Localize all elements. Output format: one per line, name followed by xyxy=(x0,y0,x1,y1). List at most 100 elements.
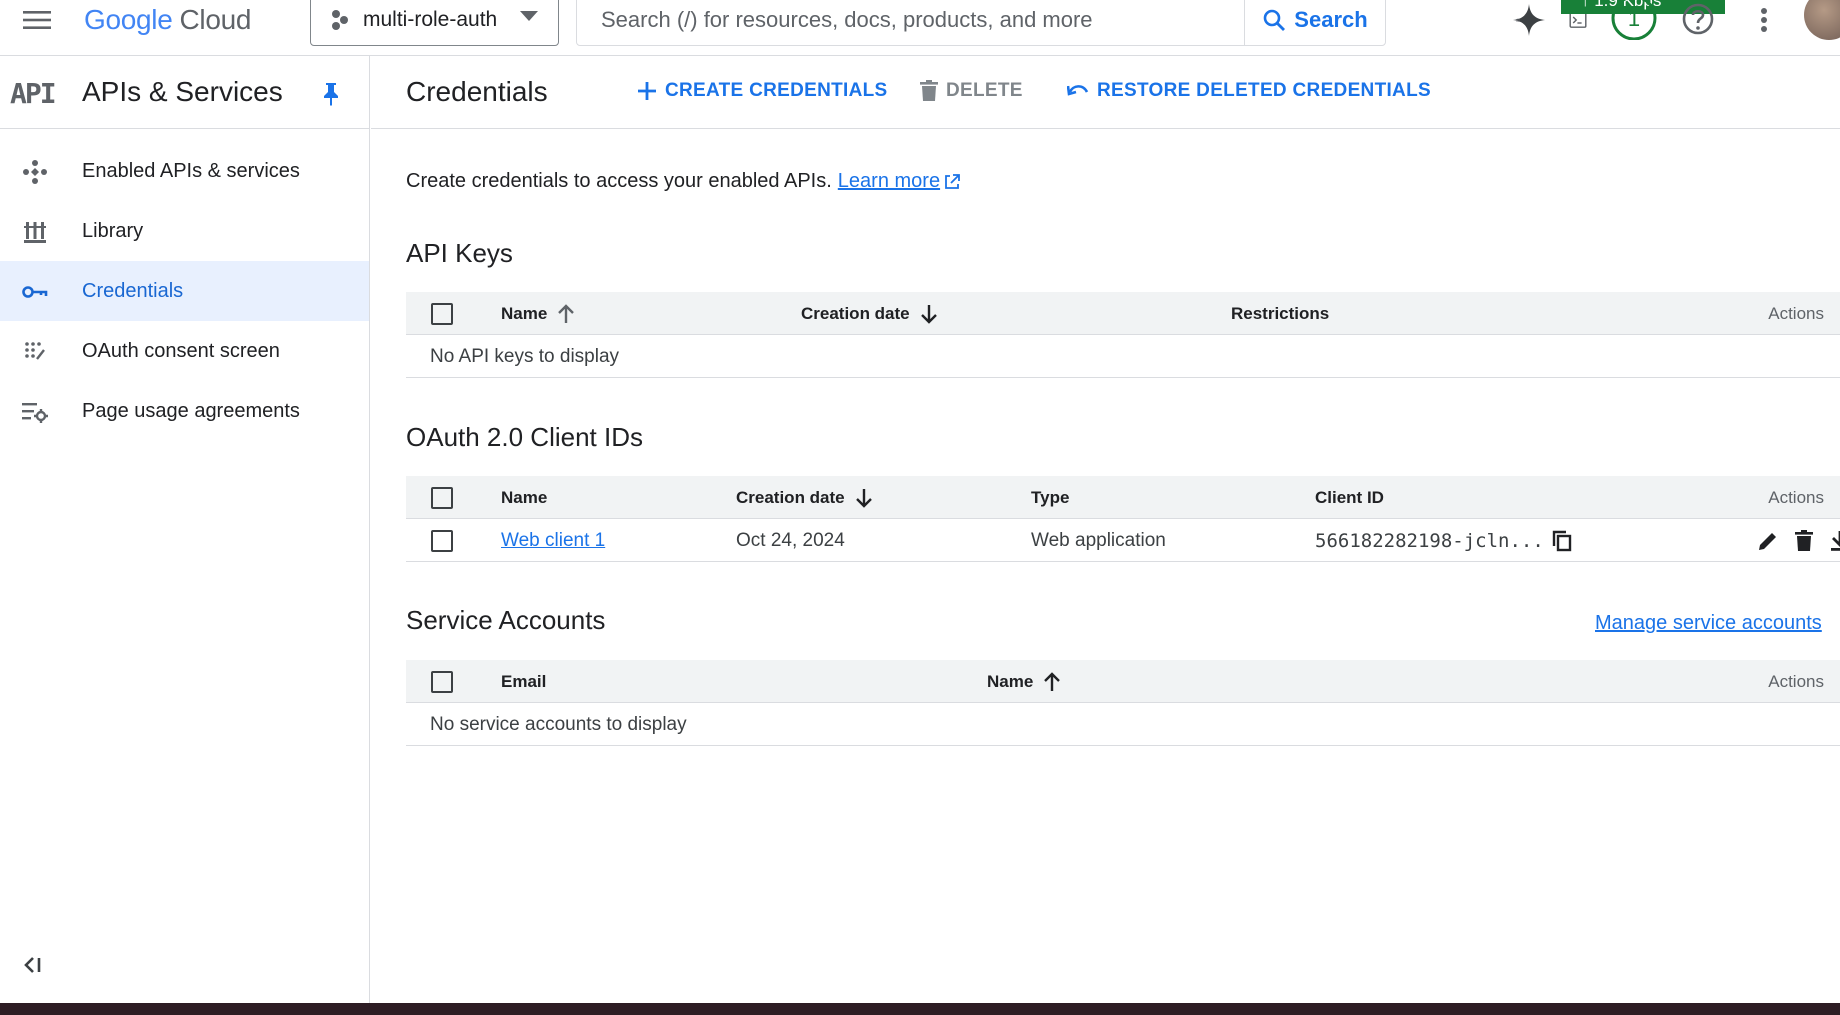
sidebar-item-page-usage[interactable]: Page usage agreements xyxy=(0,381,369,441)
row-checkbox[interactable] xyxy=(431,519,453,562)
sidebar-item-enabled-apis[interactable]: Enabled APIs & services xyxy=(0,141,369,201)
library-icon xyxy=(22,219,48,245)
column-label: Name xyxy=(501,303,548,323)
select-all-checkbox[interactable] xyxy=(431,292,453,335)
menu-icon[interactable] xyxy=(18,4,56,36)
top-app-bar: Google Cloud multi-role-auth Search (/) … xyxy=(0,0,1840,56)
table-row: Web client 1 Oct 24, 2024 Web applicatio… xyxy=(406,519,1840,562)
search-button-label: Search xyxy=(1294,7,1368,32)
sidebar-title: APIs & Services xyxy=(82,76,283,107)
table-header: Name Creation date Restrictions Actions xyxy=(406,292,1840,335)
sidebar-item-oauth-consent[interactable]: OAuth consent screen xyxy=(0,321,369,381)
sidebar: API APIs & Services Enabled APIs & servi… xyxy=(0,56,370,1003)
sidebar-item-label: Credentials xyxy=(82,279,184,302)
settings-list-icon xyxy=(22,399,48,425)
sidebar-item-credentials[interactable]: Credentials xyxy=(0,261,369,321)
column-name[interactable]: Name xyxy=(987,660,1061,703)
delete-icon[interactable] xyxy=(1795,519,1813,562)
sidebar-item-label: Library xyxy=(82,219,144,242)
column-type: Type xyxy=(1031,487,1070,507)
arrow-down-icon xyxy=(855,488,873,508)
intro-description: Create credentials to access your enable… xyxy=(406,170,832,192)
select-all-checkbox[interactable] xyxy=(431,660,453,703)
page-header: Credentials CREATE CREDENTIALS DELETE RE… xyxy=(371,56,1840,129)
search-button[interactable]: Search xyxy=(1244,0,1385,45)
client-id-cell: 566182282198-jcln... xyxy=(1315,519,1572,562)
search-input[interactable]: Search (/) for resources, docs, products… xyxy=(577,0,1244,45)
sidebar-item-label: Enabled APIs & services xyxy=(82,159,300,182)
checkbox[interactable] xyxy=(431,529,453,552)
help-icon[interactable] xyxy=(1678,2,1718,38)
avatar[interactable] xyxy=(1804,0,1840,40)
gift-icon[interactable] xyxy=(1480,2,1520,38)
arrow-up-icon xyxy=(557,303,575,324)
checkbox[interactable] xyxy=(431,486,453,509)
column-name[interactable]: Name xyxy=(501,292,575,335)
restore-label: RESTORE DELETED CREDENTIALS xyxy=(1097,80,1431,101)
client-id-value: 566182282198-jcln... xyxy=(1315,529,1544,552)
copy-icon[interactable] xyxy=(1552,530,1572,552)
api-logo: API xyxy=(10,77,57,110)
main-content: Credentials CREATE CREDENTIALS DELETE RE… xyxy=(371,56,1840,1003)
restore-deleted-credentials-button[interactable]: RESTORE DELETED CREDENTIALS xyxy=(1067,80,1431,102)
undo-icon xyxy=(1067,83,1089,99)
search-bar[interactable]: Search (/) for resources, docs, products… xyxy=(576,0,1386,46)
empty-message: No service accounts to display xyxy=(430,713,687,735)
column-name[interactable]: Name xyxy=(501,476,547,519)
column-email: Email xyxy=(501,671,547,691)
service-accounts-title: Service Accounts xyxy=(406,605,606,635)
manage-service-accounts-link[interactable]: Manage service accounts xyxy=(1595,612,1822,635)
select-all-checkbox[interactable] xyxy=(431,476,453,519)
column-creation-date[interactable]: Creation date xyxy=(736,476,873,519)
learn-more-label: Learn more xyxy=(837,170,941,192)
checkbox[interactable] xyxy=(431,302,453,325)
edit-icon[interactable] xyxy=(1757,519,1779,562)
client-name-cell: Web client 1 xyxy=(501,519,605,562)
create-credentials-label: CREATE CREDENTIALS xyxy=(665,80,888,101)
create-credentials-button[interactable]: CREATE CREDENTIALS xyxy=(637,80,888,102)
sidebar-item-library[interactable]: Library xyxy=(0,201,369,261)
google-cloud-logo[interactable]: Google Cloud xyxy=(84,2,251,38)
sidebar-nav: Enabled APIs & services Library Credenti… xyxy=(0,129,369,441)
empty-message: No API keys to display xyxy=(430,345,620,367)
logo-cloud: Cloud xyxy=(179,4,252,35)
oauth-title: OAuth 2.0 Client IDs xyxy=(406,422,643,452)
arrow-down-icon xyxy=(920,304,938,324)
caret-down-icon xyxy=(520,11,538,21)
sidebar-item-label: Page usage agreements xyxy=(82,399,300,422)
column-label: Creation date xyxy=(801,303,910,323)
column-actions: Actions xyxy=(1768,303,1824,323)
project-picker[interactable]: multi-role-auth xyxy=(310,0,559,46)
column-actions: Actions xyxy=(1768,671,1824,691)
column-restrictions: Restrictions xyxy=(1231,303,1330,323)
table-header: Email Name Actions xyxy=(406,660,1840,703)
trash-icon xyxy=(920,80,938,102)
type-cell: Web application xyxy=(1031,529,1166,551)
more-vert-icon[interactable] xyxy=(1744,2,1784,38)
client-name-link[interactable]: Web client 1 xyxy=(501,530,605,552)
checkbox[interactable] xyxy=(431,670,453,693)
column-creation-date[interactable]: Creation date xyxy=(801,292,938,335)
creation-date-cell: Oct 24, 2024 xyxy=(736,529,845,551)
download-icon[interactable] xyxy=(1830,519,1840,562)
logo-google: Google xyxy=(84,4,173,35)
pin-icon[interactable] xyxy=(322,82,340,106)
api-keys-table: Name Creation date Restrictions Actions … xyxy=(406,292,1840,378)
column-label: Name xyxy=(987,671,1034,691)
external-link-icon xyxy=(944,173,960,190)
service-accounts-table: Email Name Actions No service accounts t… xyxy=(406,660,1840,746)
table-header: Name Creation date Type Client ID Action… xyxy=(406,476,1840,519)
oauth-dots-icon xyxy=(22,339,48,365)
table-row-empty: No API keys to display xyxy=(406,335,1840,378)
notifications-icon[interactable]: 1 xyxy=(1611,0,1657,40)
sidebar-item-label: OAuth consent screen xyxy=(82,339,280,362)
project-dots-icon xyxy=(331,9,349,31)
oauth-table: Name Creation date Type Client ID Action… xyxy=(406,476,1840,562)
collapse-sidebar-icon[interactable] xyxy=(22,956,44,974)
learn-more-link[interactable]: Learn more xyxy=(838,170,960,193)
taskbar-strip xyxy=(0,1003,1840,1015)
delete-button[interactable]: DELETE xyxy=(920,80,1023,102)
key-icon xyxy=(22,279,48,305)
diamond-dots-icon xyxy=(22,159,48,185)
intro-text: Create credentials to access your enable… xyxy=(406,170,960,193)
